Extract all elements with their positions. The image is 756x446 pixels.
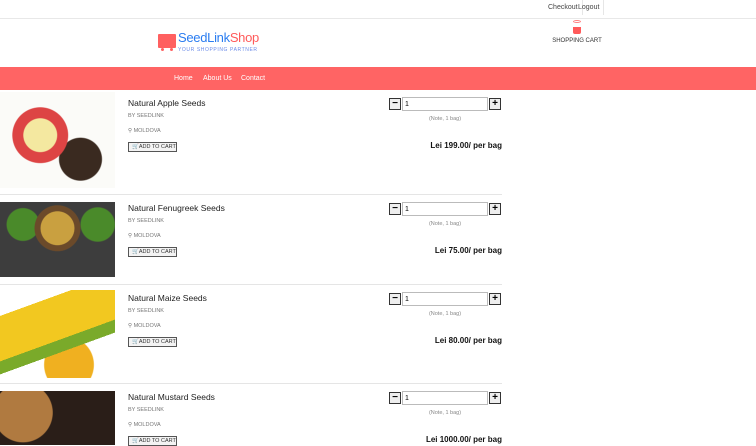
map-marker-icon: ⚲ <box>128 233 133 239</box>
row-divider <box>0 194 502 195</box>
row-divider <box>0 383 502 384</box>
product-location: ⚲ MOLDOVA <box>128 233 161 239</box>
product-price: Lei 1000.00/ per bag <box>425 435 502 444</box>
product-location: ⚲ MOLDOVA <box>128 323 161 329</box>
nav-home[interactable]: Home <box>174 67 193 90</box>
decrease-quantity-button[interactable]: − <box>389 392 401 404</box>
quantity-note: (Note, 1 bag) <box>428 116 462 122</box>
quantity-note: (Note, 1 bag) <box>428 311 462 317</box>
product-price: Lei 80.00/ per bag <box>434 336 502 345</box>
shopping-cart-button[interactable]: SHOPPING CART <box>548 20 606 44</box>
increase-quantity-button[interactable]: + <box>489 293 501 305</box>
product-name[interactable]: Natural Fenugreek Seeds <box>128 203 225 213</box>
location-text: MOLDOVA <box>133 323 161 329</box>
quantity-note: (Note, 1 bag) <box>428 221 462 227</box>
location-text: MOLDOVA <box>133 233 161 239</box>
product-vendor: BY SEEDLINK <box>128 218 164 224</box>
decrease-quantity-button[interactable]: − <box>389 293 401 305</box>
quantity-input[interactable] <box>402 97 488 111</box>
map-marker-icon: ⚲ <box>128 422 133 428</box>
row-divider <box>0 284 502 285</box>
product-price: Lei 75.00/ per bag <box>434 246 502 255</box>
decrease-quantity-button[interactable]: − <box>389 98 401 110</box>
increase-quantity-button[interactable]: + <box>489 98 501 110</box>
product-location: ⚲ MOLDOVA <box>128 422 161 428</box>
brand-name: SeedLinkShop <box>178 30 259 46</box>
nav-about-us[interactable]: About Us <box>203 67 232 90</box>
product-image[interactable] <box>0 92 115 188</box>
product-name[interactable]: Natural Mustard Seeds <box>128 392 215 402</box>
product-vendor: BY SEEDLINK <box>128 407 164 413</box>
brand-part1: SeedLink <box>178 30 230 45</box>
logout-link[interactable]: Logout <box>574 0 605 15</box>
brand-part2: Shop <box>229 30 259 45</box>
quantity-input[interactable] <box>402 391 488 405</box>
map-marker-icon: ⚲ <box>128 323 133 329</box>
product-image[interactable] <box>0 202 115 277</box>
product-name[interactable]: Natural Maize Seeds <box>128 293 207 303</box>
shopping-cart-label: SHOPPING CART <box>552 38 602 44</box>
increase-quantity-button[interactable]: + <box>489 392 501 404</box>
top-bar: Checkout Logout <box>0 0 756 19</box>
product-name[interactable]: Natural Apple Seeds <box>128 98 206 108</box>
location-text: MOLDOVA <box>133 422 161 428</box>
cart-logo-icon <box>158 34 176 51</box>
product-location: ⚲ MOLDOVA <box>128 128 161 134</box>
quantity-input[interactable] <box>402 292 488 306</box>
quantity-input[interactable] <box>402 202 488 216</box>
nav-contact[interactable]: Contact <box>241 67 265 90</box>
main-nav: Home About Us Contact <box>0 67 756 90</box>
basket-icon <box>573 27 581 34</box>
logo[interactable]: SeedLinkShop YOUR SHOPPING PARTNER <box>158 30 288 60</box>
product-vendor: BY SEEDLINK <box>128 113 164 119</box>
product-image[interactable] <box>0 290 115 378</box>
increase-quantity-button[interactable]: + <box>489 203 501 215</box>
map-marker-icon: ⚲ <box>128 128 133 134</box>
tagline: YOUR SHOPPING PARTNER <box>178 47 258 53</box>
cart-badge-icon <box>573 20 581 23</box>
product-vendor: BY SEEDLINK <box>128 308 164 314</box>
quantity-note: (Note, 1 bag) <box>428 410 462 416</box>
product-price: Lei 199.00/ per bag <box>430 141 502 150</box>
location-text: MOLDOVA <box>133 128 161 134</box>
decrease-quantity-button[interactable]: − <box>389 203 401 215</box>
